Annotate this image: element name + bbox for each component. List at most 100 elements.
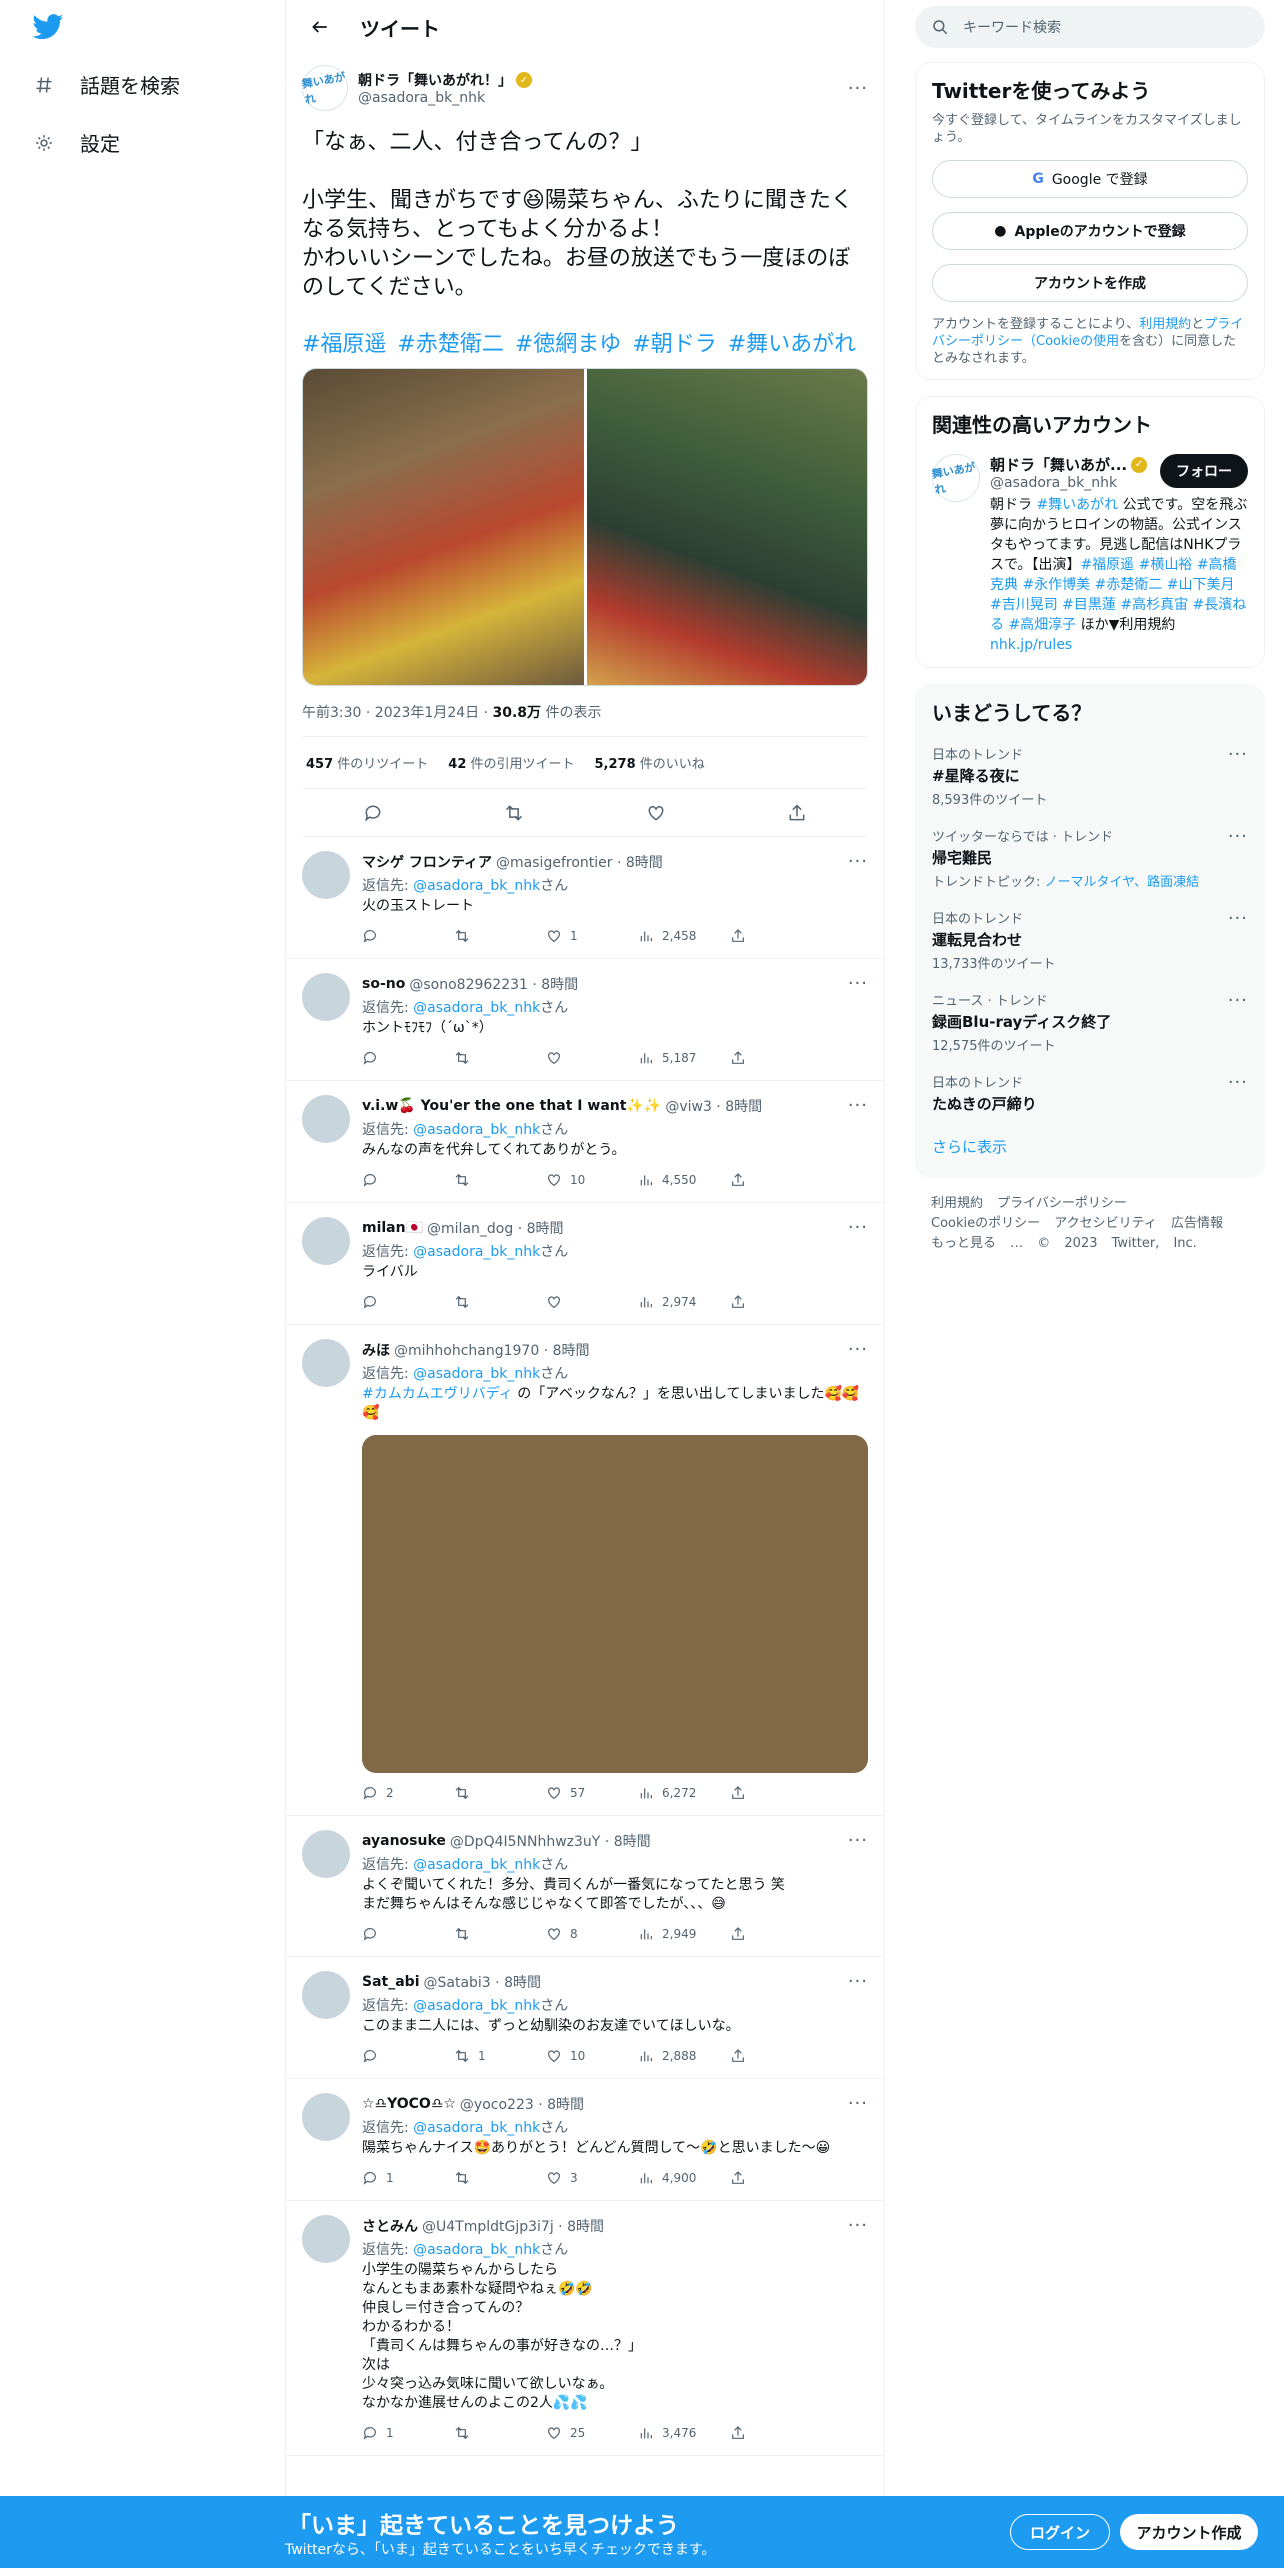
signup-button[interactable]: アカウント作成 — [1120, 2514, 1258, 2550]
reply-author-handle[interactable]: @viw3 · 8時間 — [665, 1096, 762, 1116]
reply-media[interactable] — [362, 1435, 868, 1773]
reply-action[interactable] — [362, 1294, 454, 1310]
views-action[interactable]: 6,272 — [638, 1785, 730, 1801]
heart-action[interactable]: 10 — [546, 2048, 638, 2064]
share-action[interactable] — [730, 1172, 760, 1188]
quote-count[interactable]: 42 件の引用ツイート — [448, 753, 574, 772]
more-options-icon[interactable]: ··· — [848, 973, 868, 994]
reply-tweet[interactable]: さとみん @U4TmpldtGjp3i7j · 8時間 ··· 返信先: @as… — [286, 2201, 884, 2456]
reply-author-handle[interactable]: @sono82962231 · 8時間 — [409, 974, 578, 994]
retweet-action[interactable] — [454, 928, 546, 944]
more-options-icon[interactable]: ··· — [848, 1217, 868, 1238]
related-name[interactable]: 朝ドラ「舞いあが... — [990, 454, 1127, 475]
google-signup-button[interactable]: G Google で登録 — [932, 160, 1248, 198]
apple-signup-button[interactable]: ● Appleのアカウントで登録 — [932, 212, 1248, 250]
views-action[interactable]: 2,974 — [638, 1294, 730, 1310]
more-options-icon[interactable]: ··· — [848, 1339, 868, 1360]
heart-action[interactable] — [546, 1294, 638, 1310]
more-options-icon[interactable]: ··· — [848, 2215, 868, 2236]
more-options-icon[interactable]: ··· — [848, 1830, 868, 1851]
tweet-photo[interactable] — [303, 369, 584, 685]
author-handle[interactable]: @asadora_bk_nhk — [358, 90, 848, 106]
views-action[interactable]: 2,458 — [638, 928, 730, 944]
search-input[interactable] — [963, 19, 1265, 35]
reply-action[interactable] — [362, 1926, 454, 1942]
avatar[interactable] — [302, 1339, 350, 1387]
reply-tweet[interactable]: みほ @mihhohchang1970 · 8時間 ··· 返信先: @asad… — [286, 1325, 884, 1816]
reply-author-name[interactable]: ayanosuke — [362, 1833, 446, 1849]
footer-links[interactable]: もっと見る … © 2023 Twitter, Inc. — [931, 1234, 1249, 1254]
reply-action[interactable]: 1 — [362, 2170, 454, 2186]
share-action[interactable] — [730, 2170, 760, 2186]
terms-link[interactable]: 利用規約 — [1139, 317, 1191, 332]
heart-action[interactable]: 1 — [546, 928, 638, 944]
retweet-action[interactable] — [454, 1294, 546, 1310]
retweet-count[interactable]: 457 件のリツイート — [306, 753, 428, 772]
more-options-icon[interactable]: ··· — [848, 1095, 868, 1116]
footer-links[interactable]: 利用規約 プライバシーポリシー — [931, 1194, 1249, 1214]
reply-author-name[interactable]: みほ — [362, 1340, 390, 1360]
tweet-media[interactable] — [302, 368, 868, 686]
avatar[interactable]: 舞いあがれ — [298, 61, 352, 115]
retweet-icon[interactable] — [504, 803, 524, 823]
retweet-action[interactable] — [454, 1785, 546, 1801]
share-action[interactable] — [730, 1294, 760, 1310]
more-options-icon[interactable]: ··· — [848, 851, 868, 872]
twitter-logo-icon[interactable] — [32, 14, 64, 40]
follow-button[interactable]: フォロー — [1160, 454, 1248, 488]
reply-tweet[interactable]: v.i.w🍒 You'er the one that I want✨✨ @viw… — [286, 1081, 884, 1203]
views-action[interactable]: 4,550 — [638, 1172, 730, 1188]
nav-settings[interactable]: 設定 — [34, 128, 120, 157]
retweet-action[interactable] — [454, 2170, 546, 2186]
reply-action[interactable] — [362, 1050, 454, 1066]
reply-author-handle[interactable]: @DpQ4I5NNhhwz3uY · 8時間 — [450, 1831, 651, 1851]
avatar[interactable]: 舞いあがれ — [928, 450, 984, 506]
reply-action[interactable]: 2 — [362, 1785, 454, 1801]
share-action[interactable] — [730, 928, 760, 944]
reply-tweet[interactable]: Sat_abi @Satabi3 · 8時間 ··· 返信先: @asadora… — [286, 1957, 884, 2079]
tweet-hashtags[interactable]: #福原遥 #赤楚衛二 #徳網まゆ #朝ドラ #舞いあがれ — [302, 326, 868, 358]
avatar[interactable] — [302, 1830, 350, 1878]
retweet-action[interactable] — [454, 1172, 546, 1188]
trend-item[interactable]: ツイッターならでは · トレンド 帰宅難民 トレンドトピック: ノーマルタイヤ、… — [932, 826, 1248, 890]
trend-item[interactable]: 日本のトレンド たぬきの戸締り ··· — [932, 1072, 1248, 1114]
more-options-icon[interactable]: ··· — [848, 78, 868, 99]
create-account-button[interactable]: アカウントを作成 — [932, 264, 1248, 302]
back-button[interactable] — [300, 7, 340, 47]
retweet-action[interactable]: 1 — [454, 2048, 546, 2064]
like-count[interactable]: 5,278 件のいいね — [595, 753, 705, 772]
heart-action[interactable]: 25 — [546, 2425, 638, 2441]
retweet-action[interactable] — [454, 1926, 546, 1942]
views-action[interactable]: 3,476 — [638, 2425, 730, 2441]
author-name[interactable]: 朝ドラ「舞いあがれ！」 — [358, 70, 512, 90]
more-options-icon[interactable]: ··· — [848, 2093, 868, 2114]
reply-action[interactable] — [362, 928, 454, 944]
avatar[interactable] — [302, 973, 350, 1021]
share-icon[interactable] — [787, 803, 807, 823]
avatar[interactable] — [302, 2093, 350, 2141]
rules-link[interactable]: nhk.jp/rules — [990, 637, 1072, 653]
reply-icon[interactable] — [363, 803, 383, 823]
login-button[interactable]: ログイン — [1010, 2514, 1110, 2550]
tweet-photo[interactable] — [586, 369, 867, 685]
share-action[interactable] — [730, 1050, 760, 1066]
reply-tweet[interactable]: so-no @sono82962231 · 8時間 ··· 返信先: @asad… — [286, 959, 884, 1081]
heart-icon[interactable] — [646, 803, 666, 823]
reply-action[interactable]: 1 — [362, 2425, 454, 2441]
share-action[interactable] — [730, 2425, 760, 2441]
heart-action[interactable] — [546, 1050, 638, 1066]
reply-author-name[interactable]: マシゲ フロンティア — [362, 852, 492, 872]
heart-action[interactable]: 8 — [546, 1926, 638, 1942]
share-action[interactable] — [730, 1926, 760, 1942]
avatar[interactable] — [302, 1971, 350, 2019]
reply-author-name[interactable]: ☆♎YOCO♎☆ — [362, 2096, 456, 2112]
retweet-action[interactable] — [454, 2425, 546, 2441]
reply-action[interactable] — [362, 1172, 454, 1188]
show-more-link[interactable]: さらに表示 — [932, 1136, 1248, 1157]
avatar[interactable] — [302, 1217, 350, 1265]
reply-author-name[interactable]: v.i.w🍒 You'er the one that I want✨✨ — [362, 1098, 661, 1114]
avatar[interactable] — [302, 1095, 350, 1143]
views-action[interactable]: 5,187 — [638, 1050, 730, 1066]
reply-tweet[interactable]: ayanosuke @DpQ4I5NNhhwz3uY · 8時間 ··· 返信先… — [286, 1816, 884, 1957]
more-options-icon[interactable]: ··· — [1228, 990, 1248, 1054]
